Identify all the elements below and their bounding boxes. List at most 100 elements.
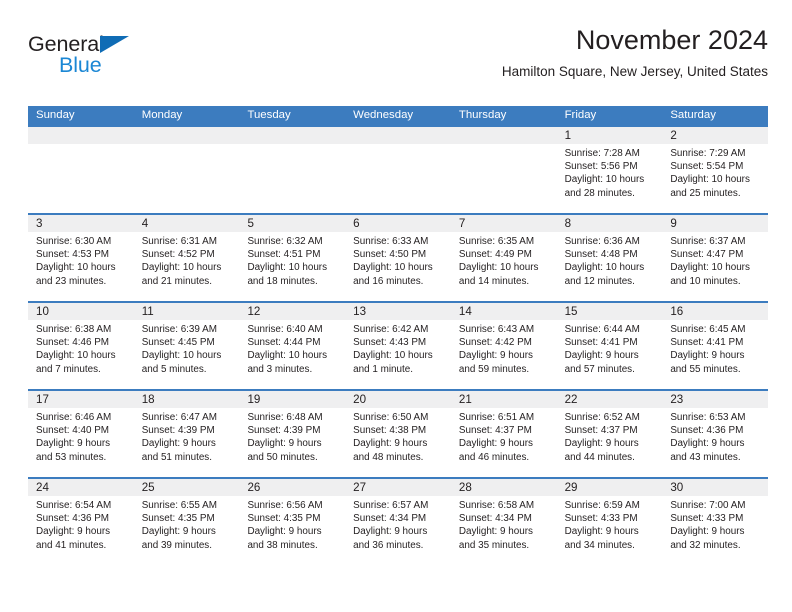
day-details: Sunrise: 6:44 AM Sunset: 4:41 PM Dayligh… bbox=[557, 320, 663, 376]
day-cell[interactable]: 20 Sunrise: 6:50 AM Sunset: 4:38 PM Dayl… bbox=[345, 391, 451, 477]
daylight-text-line1: Daylight: 10 hours bbox=[36, 350, 116, 362]
day-details: Sunrise: 6:51 AM Sunset: 4:37 PM Dayligh… bbox=[451, 408, 557, 464]
daylight-text-line1: Daylight: 9 hours bbox=[36, 438, 111, 450]
day-cell[interactable]: 3 Sunrise: 6:30 AM Sunset: 4:53 PM Dayli… bbox=[28, 215, 134, 301]
daylight-text-line2: and 10 minutes. bbox=[670, 275, 741, 287]
daylight-text-line2: and 43 minutes. bbox=[670, 451, 741, 463]
sunset-text: Sunset: 4:34 PM bbox=[458, 513, 532, 525]
day-cell[interactable] bbox=[345, 127, 451, 213]
day-cell[interactable]: 18 Sunrise: 6:47 AM Sunset: 4:39 PM Dayl… bbox=[133, 391, 240, 477]
daylight-text-line1: Daylight: 10 hours bbox=[564, 262, 645, 274]
day-cell[interactable] bbox=[450, 127, 557, 213]
day-cell[interactable]: 1 Sunrise: 7:28 AM Sunset: 5:56 PM Dayli… bbox=[556, 127, 663, 213]
day-cell[interactable]: 12 Sunrise: 6:40 AM Sunset: 4:44 PM Dayl… bbox=[239, 303, 346, 389]
daylight-text-line1: Daylight: 10 hours bbox=[353, 262, 433, 274]
day-details: Sunrise: 6:31 AM Sunset: 4:52 PM Dayligh… bbox=[134, 232, 240, 288]
daylight-text-line2: and 59 minutes. bbox=[458, 363, 530, 375]
sunset-text: Sunset: 4:37 PM bbox=[564, 425, 638, 437]
daylight-text-line2: and 1 minute. bbox=[353, 363, 413, 375]
day-cell[interactable] bbox=[28, 127, 134, 213]
sunset-text: Sunset: 4:51 PM bbox=[247, 249, 321, 261]
sunset-text: Sunset: 4:34 PM bbox=[353, 513, 427, 525]
day-cell[interactable]: 4 Sunrise: 6:31 AM Sunset: 4:52 PM Dayli… bbox=[133, 215, 240, 301]
generalblue-logo[interactable]: General Blue bbox=[28, 33, 208, 90]
day-cell[interactable] bbox=[239, 127, 346, 213]
day-cell[interactable]: 22 Sunrise: 6:52 AM Sunset: 4:37 PM Dayl… bbox=[556, 391, 663, 477]
day-details: Sunrise: 6:30 AM Sunset: 4:53 PM Dayligh… bbox=[28, 232, 134, 288]
weekday-header-thursday: Thursday bbox=[458, 109, 507, 121]
daylight-text-line2: and 12 minutes. bbox=[564, 275, 635, 287]
sunrise-text: Sunrise: 7:28 AM bbox=[564, 148, 640, 159]
day-cell[interactable]: 8 Sunrise: 6:36 AM Sunset: 4:48 PM Dayli… bbox=[556, 215, 663, 301]
day-details: Sunrise: 6:59 AM Sunset: 4:33 PM Dayligh… bbox=[557, 496, 663, 552]
day-cell[interactable]: 24 Sunrise: 6:54 AM Sunset: 4:36 PM Dayl… bbox=[28, 479, 134, 565]
day-details: Sunrise: 6:56 AM Sunset: 4:35 PM Dayligh… bbox=[239, 496, 345, 552]
sunset-text: Sunset: 4:48 PM bbox=[564, 249, 638, 261]
sunset-text: Sunset: 4:43 PM bbox=[353, 337, 427, 349]
daylight-text-line2: and 53 minutes. bbox=[36, 451, 107, 463]
day-cell[interactable]: 23 Sunrise: 6:53 AM Sunset: 4:36 PM Dayl… bbox=[662, 391, 769, 477]
day-cell[interactable]: 9 Sunrise: 6:37 AM Sunset: 4:47 PM Dayli… bbox=[662, 215, 769, 301]
day-cell[interactable]: 21 Sunrise: 6:51 AM Sunset: 4:37 PM Dayl… bbox=[450, 391, 557, 477]
day-details: Sunrise: 7:29 AM Sunset: 5:54 PM Dayligh… bbox=[662, 144, 768, 200]
daylight-text-line1: Daylight: 10 hours bbox=[353, 350, 433, 362]
day-number: 25 bbox=[133, 479, 240, 496]
sunrise-text: Sunrise: 6:31 AM bbox=[141, 236, 217, 247]
sunset-text: Sunset: 4:37 PM bbox=[458, 425, 532, 437]
day-cell[interactable]: 26 Sunrise: 6:56 AM Sunset: 4:35 PM Dayl… bbox=[239, 479, 346, 565]
day-cell[interactable]: 27 Sunrise: 6:57 AM Sunset: 4:34 PM Dayl… bbox=[345, 479, 451, 565]
daylight-text-line2: and 21 minutes. bbox=[141, 275, 212, 287]
sunrise-text: Sunrise: 6:42 AM bbox=[353, 324, 429, 335]
daylight-text-line1: Daylight: 9 hours bbox=[564, 438, 639, 450]
weekday-header-monday: Monday bbox=[141, 109, 183, 121]
day-cell[interactable]: 17 Sunrise: 6:46 AM Sunset: 4:40 PM Dayl… bbox=[28, 391, 134, 477]
day-number: 17 bbox=[28, 391, 134, 408]
daylight-text-line2: and 39 minutes. bbox=[141, 539, 212, 551]
daylight-text-line2: and 23 minutes. bbox=[36, 275, 107, 287]
sunset-text: Sunset: 4:33 PM bbox=[670, 513, 744, 525]
sunset-text: Sunset: 5:56 PM bbox=[564, 161, 638, 173]
daylight-text-line1: Daylight: 10 hours bbox=[247, 262, 328, 274]
day-cell[interactable]: 7 Sunrise: 6:35 AM Sunset: 4:49 PM Dayli… bbox=[450, 215, 557, 301]
week-row: 1 Sunrise: 7:28 AM Sunset: 5:56 PM Dayli… bbox=[28, 125, 769, 213]
day-cell[interactable]: 14 Sunrise: 6:43 AM Sunset: 4:42 PM Dayl… bbox=[450, 303, 557, 389]
sunrise-text: Sunrise: 6:46 AM bbox=[36, 412, 112, 423]
day-cell[interactable]: 19 Sunrise: 6:48 AM Sunset: 4:39 PM Dayl… bbox=[239, 391, 346, 477]
daylight-text-line2: and 14 minutes. bbox=[458, 275, 530, 287]
sunrise-text: Sunrise: 6:54 AM bbox=[36, 500, 112, 511]
day-details: Sunrise: 6:45 AM Sunset: 4:41 PM Dayligh… bbox=[662, 320, 768, 376]
day-number: 4 bbox=[133, 215, 240, 232]
daylight-text-line1: Daylight: 9 hours bbox=[247, 526, 322, 538]
sunset-text: Sunset: 4:39 PM bbox=[141, 425, 215, 437]
day-details: Sunrise: 6:58 AM Sunset: 4:34 PM Dayligh… bbox=[451, 496, 557, 552]
day-cell[interactable]: 6 Sunrise: 6:33 AM Sunset: 4:50 PM Dayli… bbox=[345, 215, 451, 301]
daylight-text-line1: Daylight: 9 hours bbox=[141, 526, 216, 538]
day-number: 18 bbox=[133, 391, 240, 408]
sunrise-text: Sunrise: 6:38 AM bbox=[36, 324, 112, 335]
day-number: 24 bbox=[28, 479, 134, 496]
day-cell[interactable]: 13 Sunrise: 6:42 AM Sunset: 4:43 PM Dayl… bbox=[345, 303, 451, 389]
day-cell[interactable]: 16 Sunrise: 6:45 AM Sunset: 4:41 PM Dayl… bbox=[662, 303, 769, 389]
sunrise-text: Sunrise: 7:29 AM bbox=[670, 148, 746, 159]
day-cell[interactable]: 30 Sunrise: 7:00 AM Sunset: 4:33 PM Dayl… bbox=[662, 479, 769, 565]
day-cell[interactable]: 29 Sunrise: 6:59 AM Sunset: 4:33 PM Dayl… bbox=[556, 479, 663, 565]
day-number: 3 bbox=[28, 215, 134, 232]
day-cell[interactable]: 25 Sunrise: 6:55 AM Sunset: 4:35 PM Dayl… bbox=[133, 479, 240, 565]
daylight-text-line1: Daylight: 10 hours bbox=[247, 350, 328, 362]
sunset-text: Sunset: 4:44 PM bbox=[247, 337, 321, 349]
day-cell[interactable]: 5 Sunrise: 6:32 AM Sunset: 4:51 PM Dayli… bbox=[239, 215, 346, 301]
day-cell[interactable]: 11 Sunrise: 6:39 AM Sunset: 4:45 PM Dayl… bbox=[133, 303, 240, 389]
day-cell[interactable]: 28 Sunrise: 6:58 AM Sunset: 4:34 PM Dayl… bbox=[450, 479, 557, 565]
sunrise-text: Sunrise: 6:36 AM bbox=[564, 236, 640, 247]
daylight-text-line1: Daylight: 9 hours bbox=[458, 526, 533, 538]
day-number: 10 bbox=[28, 303, 134, 320]
day-cell[interactable]: 2 Sunrise: 7:29 AM Sunset: 5:54 PM Dayli… bbox=[662, 127, 769, 213]
day-cell[interactable]: 15 Sunrise: 6:44 AM Sunset: 4:41 PM Dayl… bbox=[556, 303, 663, 389]
week-row: 24 Sunrise: 6:54 AM Sunset: 4:36 PM Dayl… bbox=[28, 477, 769, 565]
day-number: 26 bbox=[239, 479, 346, 496]
day-cell[interactable]: 10 Sunrise: 6:38 AM Sunset: 4:46 PM Dayl… bbox=[28, 303, 134, 389]
calendar-page: General Blue November 2024 Hamilton Squa… bbox=[0, 0, 792, 612]
sunrise-text: Sunrise: 6:57 AM bbox=[353, 500, 429, 511]
day-cell[interactable] bbox=[133, 127, 240, 213]
day-number: 22 bbox=[556, 391, 663, 408]
